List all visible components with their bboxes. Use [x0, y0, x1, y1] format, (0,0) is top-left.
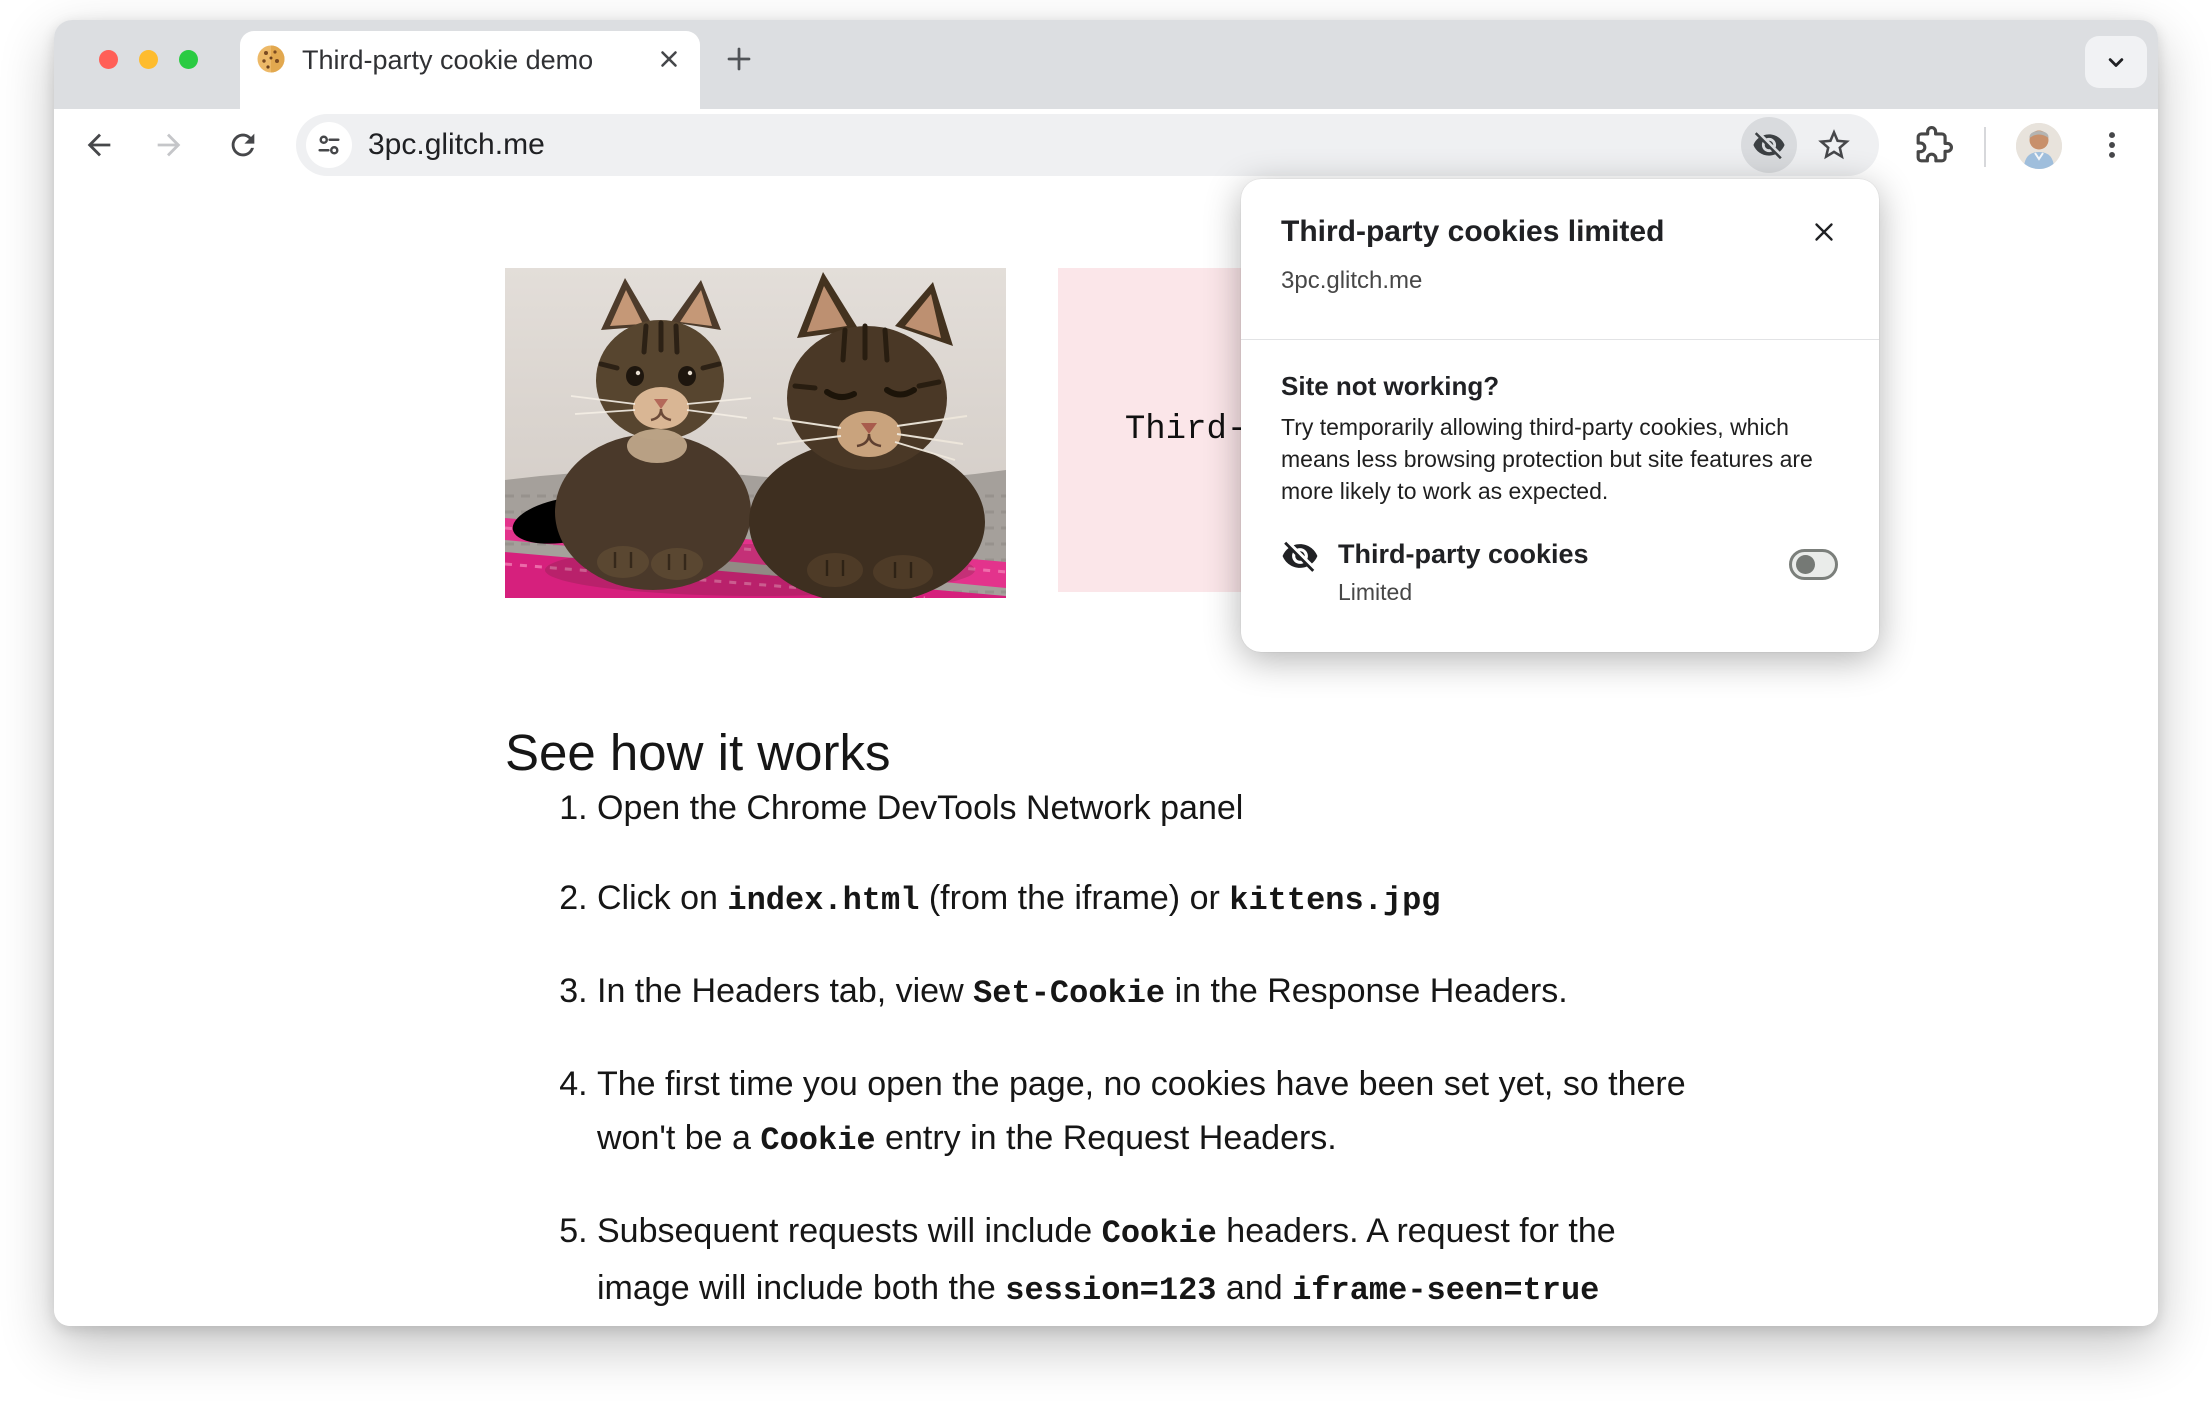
popup-section-title: Site not working?: [1281, 371, 1500, 401]
reload-button[interactable]: [219, 121, 267, 169]
third-party-cookies-popup: Third-party cookies limited 3pc.glitch.m…: [1241, 179, 1879, 652]
popup-toggle-label: Third-party cookies: [1338, 539, 1589, 569]
chevron-down-icon: [2108, 58, 2124, 67]
reload-icon: [231, 133, 255, 157]
tab-search-button[interactable]: [2085, 36, 2147, 88]
back-button[interactable]: [75, 121, 123, 169]
extensions-button[interactable]: [1910, 121, 1958, 169]
cookie-favicon-icon: [256, 44, 286, 74]
list-item: In the Headers tab, view Set-Cookie in t…: [597, 964, 1695, 1021]
profile-avatar[interactable]: [2016, 123, 2062, 169]
kittens-photo: [505, 268, 1006, 598]
page-title: See how it works: [505, 724, 891, 782]
forward-arrow-icon: [157, 133, 181, 157]
popup-site: 3pc.glitch.me: [1281, 267, 1423, 294]
list-item: The first time you open the page, no coo…: [597, 1057, 1695, 1168]
popup-close-icon[interactable]: [1809, 217, 1839, 247]
third-party-cookies-indicator-button[interactable]: [1741, 117, 1797, 173]
browser-toolbar: 3pc.glitch.me: [54, 109, 2158, 186]
back-arrow-icon: [87, 133, 111, 157]
bookmark-button[interactable]: [1812, 123, 1856, 167]
address-bar[interactable]: 3pc.glitch.me: [296, 114, 1879, 176]
browser-window: Third-party cookie demo 3pc.glitch.me Th…: [54, 20, 2158, 1326]
list-item: Subsequent requests will include Cookie …: [597, 1204, 1695, 1326]
url-text[interactable]: 3pc.glitch.me: [368, 114, 545, 176]
active-tab[interactable]: Third-party cookie demo: [240, 31, 700, 109]
steps-list: Open the Chrome DevTools Network panel Cl…: [505, 781, 1695, 1326]
avatar-photo: [2016, 123, 2062, 169]
forward-button[interactable]: [145, 121, 193, 169]
star-icon: [1818, 129, 1850, 160]
toolbar-divider: [1984, 127, 1986, 167]
eye-off-icon: [1281, 537, 1319, 575]
third-party-cookies-toggle[interactable]: [1789, 549, 1838, 580]
tab-title: Third-party cookie demo: [302, 45, 594, 75]
puzzle-icon: [1916, 126, 1953, 163]
popup-toggle-status: Limited: [1338, 579, 1413, 605]
popup-body-text: Try temporarily allowing third-party coo…: [1281, 414, 1813, 504]
site-settings-button[interactable]: [306, 122, 352, 168]
tune-icon: [318, 135, 340, 155]
browser-menu-button[interactable]: [2088, 121, 2136, 169]
window-zoom-button[interactable]: [179, 50, 198, 69]
tab-strip: Third-party cookie demo: [54, 20, 2158, 109]
window-close-button[interactable]: [99, 50, 118, 69]
tab-close-icon[interactable]: [656, 46, 682, 72]
toggle-knob: [1796, 555, 1815, 574]
popup-title: Third-party cookies limited: [1281, 215, 1665, 248]
list-item: Click on index.html (from the iframe) or…: [597, 871, 1695, 928]
popup-divider: [1241, 339, 1879, 340]
window-minimize-button[interactable]: [139, 50, 158, 69]
eye-off-icon: [1753, 132, 1785, 160]
more-vertical-icon: [2109, 132, 2115, 158]
list-item: Open the Chrome DevTools Network panel: [597, 781, 1695, 835]
new-tab-button[interactable]: [724, 44, 754, 74]
